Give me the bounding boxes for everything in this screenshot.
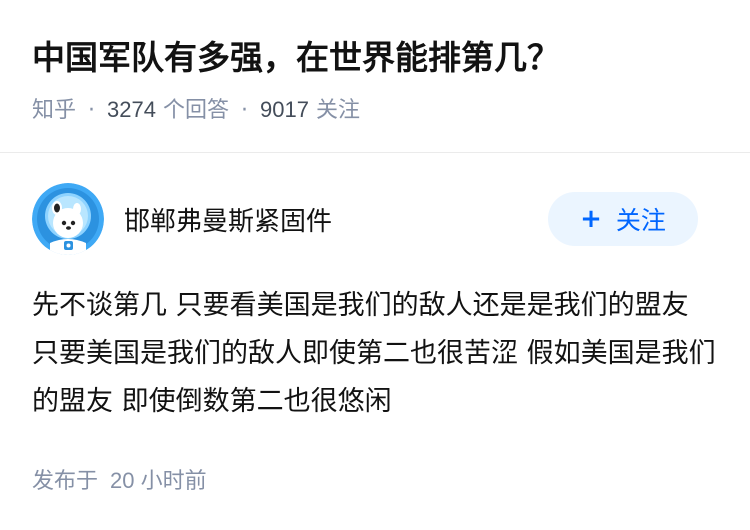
answer-count: 3274 (107, 97, 156, 122)
posted-label: 发布于 (32, 469, 99, 494)
separator-dot: · (88, 98, 96, 123)
astronaut-mascot-avatar-icon[interactable] (32, 183, 104, 255)
answer-count-label[interactable]: 个回答 (163, 98, 229, 123)
follower-count-label: 关注 (315, 98, 360, 123)
post-timestamp: 发布于 20 小时前 (32, 463, 207, 495)
posted-time: 20 小时前 (110, 468, 207, 493)
plus-icon: + (580, 204, 602, 234)
follower-count: 9017 (259, 97, 309, 122)
question-header: 中国军队有多强，在世界能排第几？ 知乎 · 3274 个回答 · 9017 关注 (32, 30, 718, 127)
question-title[interactable]: 中国军队有多强，在世界能排第几？ (32, 30, 718, 86)
separator-dot: · (240, 98, 248, 123)
source-label[interactable]: 知乎 (32, 98, 76, 123)
author-row: 邯郸弗曼斯紧固件 + 关注 (32, 183, 698, 257)
answer-content[interactable]: 先不谈第几 只要看美国是我们的敌人还是是我们的盟友 只要美国是我们的敌人即使第二… (32, 282, 722, 426)
question-meta: 知乎 · 3274 个回答 · 9017 关注 (32, 94, 718, 127)
follow-button[interactable]: + 关注 (548, 192, 698, 246)
divider (0, 152, 750, 153)
follow-button-label: 关注 (615, 206, 666, 235)
author-name[interactable]: 邯郸弗曼斯紧固件 (124, 201, 332, 238)
